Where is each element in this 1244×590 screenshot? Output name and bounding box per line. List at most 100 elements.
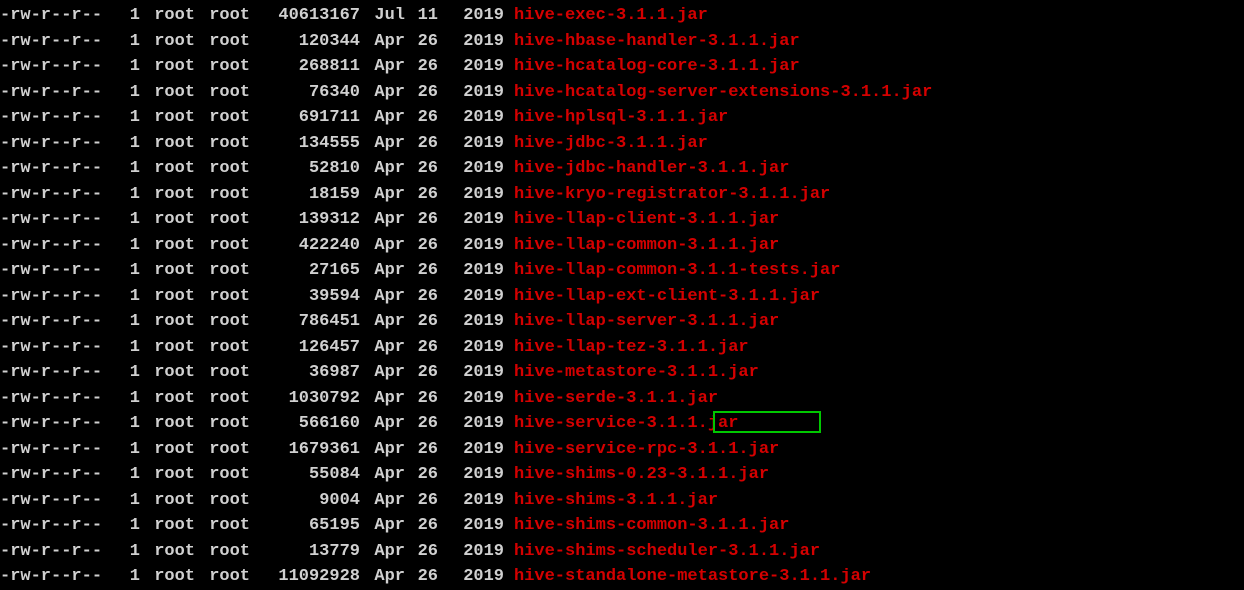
file-name: hive-serde-3.1.1.jar [514, 386, 718, 412]
file-links: 1 [120, 29, 140, 55]
file-permissions: -rw-r--r-- [0, 411, 120, 437]
file-day: 26 [405, 488, 438, 514]
list-row: -rw-r--r--1rootroot120344Apr262019hive-h… [0, 29, 1244, 55]
file-day: 26 [405, 80, 438, 106]
file-day: 26 [405, 539, 438, 565]
file-name: hive-llap-server-3.1.1.jar [514, 309, 779, 335]
file-name: hive-llap-client-3.1.1.jar [514, 207, 779, 233]
list-row: -rw-r--r--1rootroot422240Apr262019hive-l… [0, 233, 1244, 259]
file-owner: root [140, 156, 195, 182]
file-name: hive-hcatalog-server-extensions-3.1.1.ja… [514, 80, 932, 106]
file-owner: root [140, 360, 195, 386]
file-year: 2019 [438, 513, 504, 539]
file-year: 2019 [438, 131, 504, 157]
file-name: hive-shims-scheduler-3.1.1.jar [514, 539, 820, 565]
file-year: 2019 [438, 462, 504, 488]
file-name: hive-metastore-3.1.1.jar [514, 360, 759, 386]
file-year: 2019 [438, 80, 504, 106]
file-permissions: -rw-r--r-- [0, 564, 120, 590]
file-permissions: -rw-r--r-- [0, 335, 120, 361]
file-size: 268811 [250, 54, 360, 80]
list-row: -rw-r--r--1rootroot65195Apr262019hive-sh… [0, 513, 1244, 539]
file-year: 2019 [438, 284, 504, 310]
list-row: -rw-r--r--1rootroot40613167Jul112019hive… [0, 3, 1244, 29]
file-size: 76340 [250, 80, 360, 106]
file-month: Apr [360, 284, 405, 310]
file-day: 26 [405, 29, 438, 55]
file-links: 1 [120, 488, 140, 514]
file-month: Apr [360, 54, 405, 80]
file-permissions: -rw-r--r-- [0, 29, 120, 55]
file-links: 1 [120, 539, 140, 565]
file-links: 1 [120, 335, 140, 361]
file-size: 39594 [250, 284, 360, 310]
file-links: 1 [120, 182, 140, 208]
file-name: hive-llap-ext-client-3.1.1.jar [514, 284, 820, 310]
file-links: 1 [120, 360, 140, 386]
file-permissions: -rw-r--r-- [0, 462, 120, 488]
file-owner: root [140, 437, 195, 463]
file-name: hive-service-rpc-3.1.1.jar [514, 437, 779, 463]
file-group: root [195, 80, 250, 106]
file-month: Apr [360, 539, 405, 565]
file-links: 1 [120, 258, 140, 284]
file-group: root [195, 182, 250, 208]
file-year: 2019 [438, 386, 504, 412]
file-size: 65195 [250, 513, 360, 539]
file-owner: root [140, 386, 195, 412]
file-day: 26 [405, 386, 438, 412]
file-group: root [195, 488, 250, 514]
file-day: 26 [405, 105, 438, 131]
list-row: -rw-r--r--1rootroot126457Apr262019hive-l… [0, 335, 1244, 361]
file-year: 2019 [438, 360, 504, 386]
file-day: 26 [405, 156, 438, 182]
file-month: Apr [360, 437, 405, 463]
file-links: 1 [120, 284, 140, 310]
file-name: hive-shims-0.23-3.1.1.jar [514, 462, 769, 488]
file-permissions: -rw-r--r-- [0, 309, 120, 335]
file-permissions: -rw-r--r-- [0, 258, 120, 284]
file-group: root [195, 258, 250, 284]
file-links: 1 [120, 462, 140, 488]
file-name: hive-jdbc-handler-3.1.1.jar [514, 156, 789, 182]
file-year: 2019 [438, 156, 504, 182]
file-day: 26 [405, 360, 438, 386]
file-name: hive-shims-3.1.1.jar [514, 488, 718, 514]
file-name: hive-hbase-handler-3.1.1.jar [514, 29, 800, 55]
file-year: 2019 [438, 488, 504, 514]
file-year: 2019 [438, 309, 504, 335]
file-name: hive-exec-3.1.1.jar [514, 3, 708, 29]
file-day: 26 [405, 309, 438, 335]
file-month: Apr [360, 233, 405, 259]
file-name: hive-llap-tez-3.1.1.jar [514, 335, 749, 361]
file-group: root [195, 437, 250, 463]
file-group: root [195, 539, 250, 565]
list-row: -rw-r--r--1rootroot13779Apr262019hive-sh… [0, 539, 1244, 565]
file-group: root [195, 335, 250, 361]
file-permissions: -rw-r--r-- [0, 488, 120, 514]
file-owner: root [140, 539, 195, 565]
file-month: Apr [360, 80, 405, 106]
file-day: 26 [405, 462, 438, 488]
file-group: root [195, 131, 250, 157]
file-group: root [195, 156, 250, 182]
list-row: -rw-r--r--1rootroot18159Apr262019hive-kr… [0, 182, 1244, 208]
file-size: 18159 [250, 182, 360, 208]
file-permissions: -rw-r--r-- [0, 513, 120, 539]
file-size: 139312 [250, 207, 360, 233]
list-row: -rw-r--r--1rootroot76340Apr262019hive-hc… [0, 80, 1244, 106]
terminal-output[interactable]: -rw-r--r--1rootroot40613167Jul112019hive… [0, 3, 1244, 590]
file-owner: root [140, 54, 195, 80]
file-year: 2019 [438, 182, 504, 208]
file-group: root [195, 207, 250, 233]
file-permissions: -rw-r--r-- [0, 539, 120, 565]
file-name: hive-service-3.1.1.jar [514, 411, 738, 437]
list-row: -rw-r--r--1rootroot36987Apr262019hive-me… [0, 360, 1244, 386]
file-permissions: -rw-r--r-- [0, 3, 120, 29]
file-permissions: -rw-r--r-- [0, 105, 120, 131]
file-day: 26 [405, 411, 438, 437]
file-permissions: -rw-r--r-- [0, 360, 120, 386]
file-permissions: -rw-r--r-- [0, 54, 120, 80]
file-year: 2019 [438, 3, 504, 29]
file-day: 26 [405, 437, 438, 463]
